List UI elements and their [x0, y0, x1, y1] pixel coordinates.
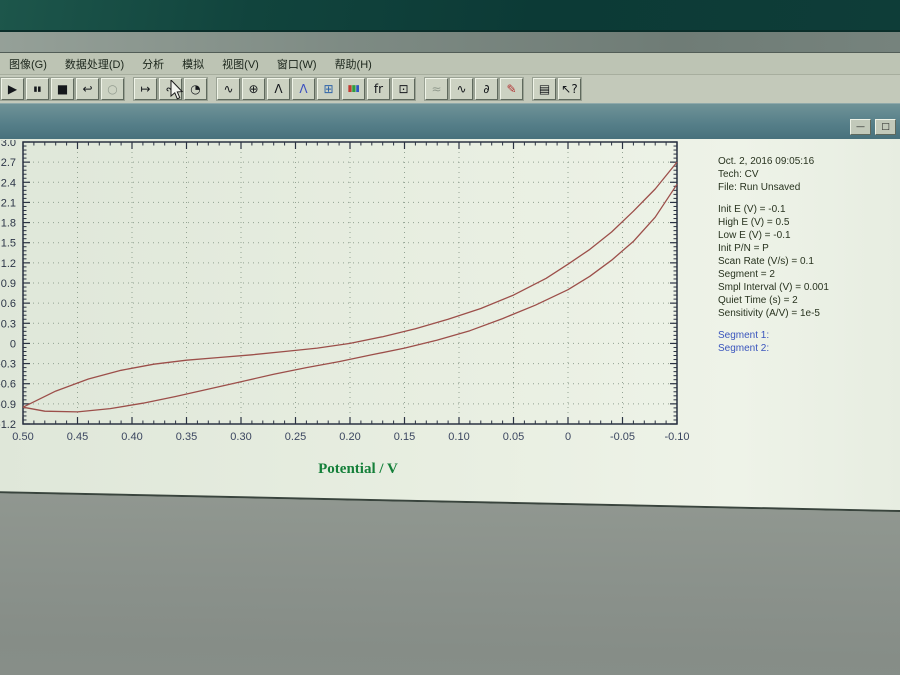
info-line: Oct. 2, 2016 09:05:16: [718, 156, 815, 167]
svg-text:2.7: 2.7: [1, 157, 16, 169]
svg-text:0.35: 0.35: [176, 431, 197, 443]
svg-text:2.4: 2.4: [1, 177, 16, 189]
run-button[interactable]: ▶: [0, 77, 25, 101]
param-line: High E (V) = 0.5: [718, 217, 790, 228]
zero-current-button[interactable]: ○: [100, 77, 125, 101]
menu-bar: 图像(G) 数据处理(D) 分析 模拟 视图(V) 窗口(W) 帮助(H): [0, 53, 900, 75]
svg-text:0.3: 0.3: [1, 318, 16, 330]
svg-text:0.6: 0.6: [1, 298, 16, 310]
menu-simulation[interactable]: 模拟: [173, 54, 213, 74]
svg-text:1.2: 1.2: [1, 258, 16, 270]
zoom-button[interactable]: ⊕: [241, 77, 266, 101]
menu-help[interactable]: 帮助(H): [326, 54, 381, 74]
cv-curve-segment-1: [22, 161, 678, 408]
overlay-plots-button[interactable]: ⊞: [316, 77, 341, 101]
svg-text:0: 0: [10, 338, 16, 350]
menu-data-processing[interactable]: 数据处理(D): [56, 54, 133, 74]
toolbar-separator: [416, 78, 424, 100]
text-report-button[interactable]: ▤: [532, 77, 557, 101]
segment-line: Segment 1:: [718, 330, 770, 341]
minimize-button[interactable]: —: [850, 119, 871, 135]
reverse-scan-button[interactable]: ↩: [75, 77, 100, 101]
toolbar-separator: [125, 78, 133, 100]
run-parameters: Init E (V) = -0.1 High E (V) = 0.5 Low E (…: [718, 203, 900, 320]
param-line: Sensitivity (A/V) = 1e-5: [718, 308, 820, 319]
menu-view[interactable]: 视图(V): [213, 54, 268, 74]
segment-results: Segment 1: Segment 2:: [718, 329, 900, 355]
svg-text:3.0: 3.0: [1, 140, 16, 149]
annotate-pen-button[interactable]: ✎: [499, 77, 524, 101]
context-help-button[interactable]: ↖?: [557, 77, 582, 101]
svg-text:0.9: 0.9: [1, 278, 16, 290]
toolbar: ▶▮▮■↩○↦∾◔∿⊕ΛΛ⊞▮▮▮fr⊡≈∿∂✎▤↖?: [0, 75, 900, 105]
graph-workspace: 0.50 0.45 0.40 0.35 0.30 0.25 0.20 0.15 0.10 0.05…: [0, 139, 900, 515]
svg-text:1.8: 1.8: [1, 218, 16, 230]
svg-text:0.20: 0.20: [339, 431, 360, 443]
info-line: Tech: CV: [718, 169, 759, 180]
param-line: Smpl Interval (V) = 0.001: [718, 282, 829, 293]
restore-button[interactable]: □: [875, 119, 896, 135]
param-line: Low E (V) = -0.1: [718, 230, 791, 241]
menu-analysis[interactable]: 分析: [133, 54, 173, 74]
menu-window[interactable]: 窗口(W): [268, 54, 326, 74]
data-plot-button[interactable]: ∿: [216, 77, 241, 101]
pause-button[interactable]: ▮▮: [25, 77, 50, 101]
peak-definition-button[interactable]: Λ: [291, 77, 316, 101]
mouse-cursor: [170, 80, 184, 100]
param-line: Scan Rate (V/s) = 0.1: [718, 256, 814, 267]
svg-text:0.25: 0.25: [285, 431, 306, 443]
svg-text:0.05: 0.05: [503, 431, 524, 443]
svg-text:-0.05: -0.05: [610, 431, 635, 443]
toolbar-separator: [524, 78, 532, 100]
x-axis-title: Potential / V: [318, 461, 398, 477]
monitor-top-bezel: [0, 0, 900, 32]
param-line: Quiet Time (s) = 2: [718, 295, 798, 306]
copy-to-clipboard-button[interactable]: ⊡: [391, 77, 416, 101]
param-line: Segment = 2: [718, 269, 775, 280]
info-line: File: Run Unsaved: [718, 182, 801, 193]
svg-text:0.10: 0.10: [448, 431, 469, 443]
svg-text:0.40: 0.40: [121, 431, 142, 443]
sine-wave-button[interactable]: ∿: [449, 77, 474, 101]
svg-text:0.50: 0.50: [12, 431, 33, 443]
svg-text:-0.6: -0.6: [0, 379, 16, 391]
steady-state-button[interactable]: ↦: [133, 77, 158, 101]
toolbar-separator: [208, 78, 216, 100]
derivative-button[interactable]: ∂: [474, 77, 499, 101]
svg-text:-0.3: -0.3: [0, 359, 16, 371]
smooth-button[interactable]: ≈: [424, 77, 449, 101]
param-line: Init P/N = P: [718, 243, 769, 254]
run-header: Oct. 2, 2016 09:05:16 Tech: CV File: Run U…: [718, 155, 900, 194]
parameters-panel: Oct. 2, 2016 09:05:16 Tech: CV File: Run U…: [718, 155, 900, 364]
color-map-button[interactable]: ▮▮▮: [341, 77, 366, 101]
svg-text:-1.2: -1.2: [0, 419, 16, 431]
menu-graphics[interactable]: 图像(G): [0, 54, 56, 74]
svg-text:1.5: 1.5: [1, 238, 16, 250]
param-line: Init E (V) = -0.1: [718, 204, 786, 215]
graph-window-titlebar: — □: [0, 103, 900, 143]
svg-text:0.30: 0.30: [230, 431, 251, 443]
font-button[interactable]: fr: [366, 77, 391, 101]
svg-text:2.1: 2.1: [1, 197, 16, 209]
area-below-window: [0, 491, 900, 675]
peak-detect-button[interactable]: Λ: [266, 77, 291, 101]
window-frame-band: [0, 32, 900, 53]
svg-text:0: 0: [565, 431, 571, 443]
svg-text:-0.10: -0.10: [664, 431, 689, 443]
svg-text:0.15: 0.15: [394, 431, 415, 443]
svg-text:-0.9: -0.9: [0, 399, 16, 411]
stop-button[interactable]: ■: [50, 77, 75, 101]
screen: 图像(G)数据处理(D)分析模拟视图(V)窗口(W)帮助(H) ▶▮▮■↩○↦∾…: [0, 0, 900, 675]
svg-text:0.45: 0.45: [67, 431, 88, 443]
segment-line: Segment 2:: [718, 343, 770, 354]
